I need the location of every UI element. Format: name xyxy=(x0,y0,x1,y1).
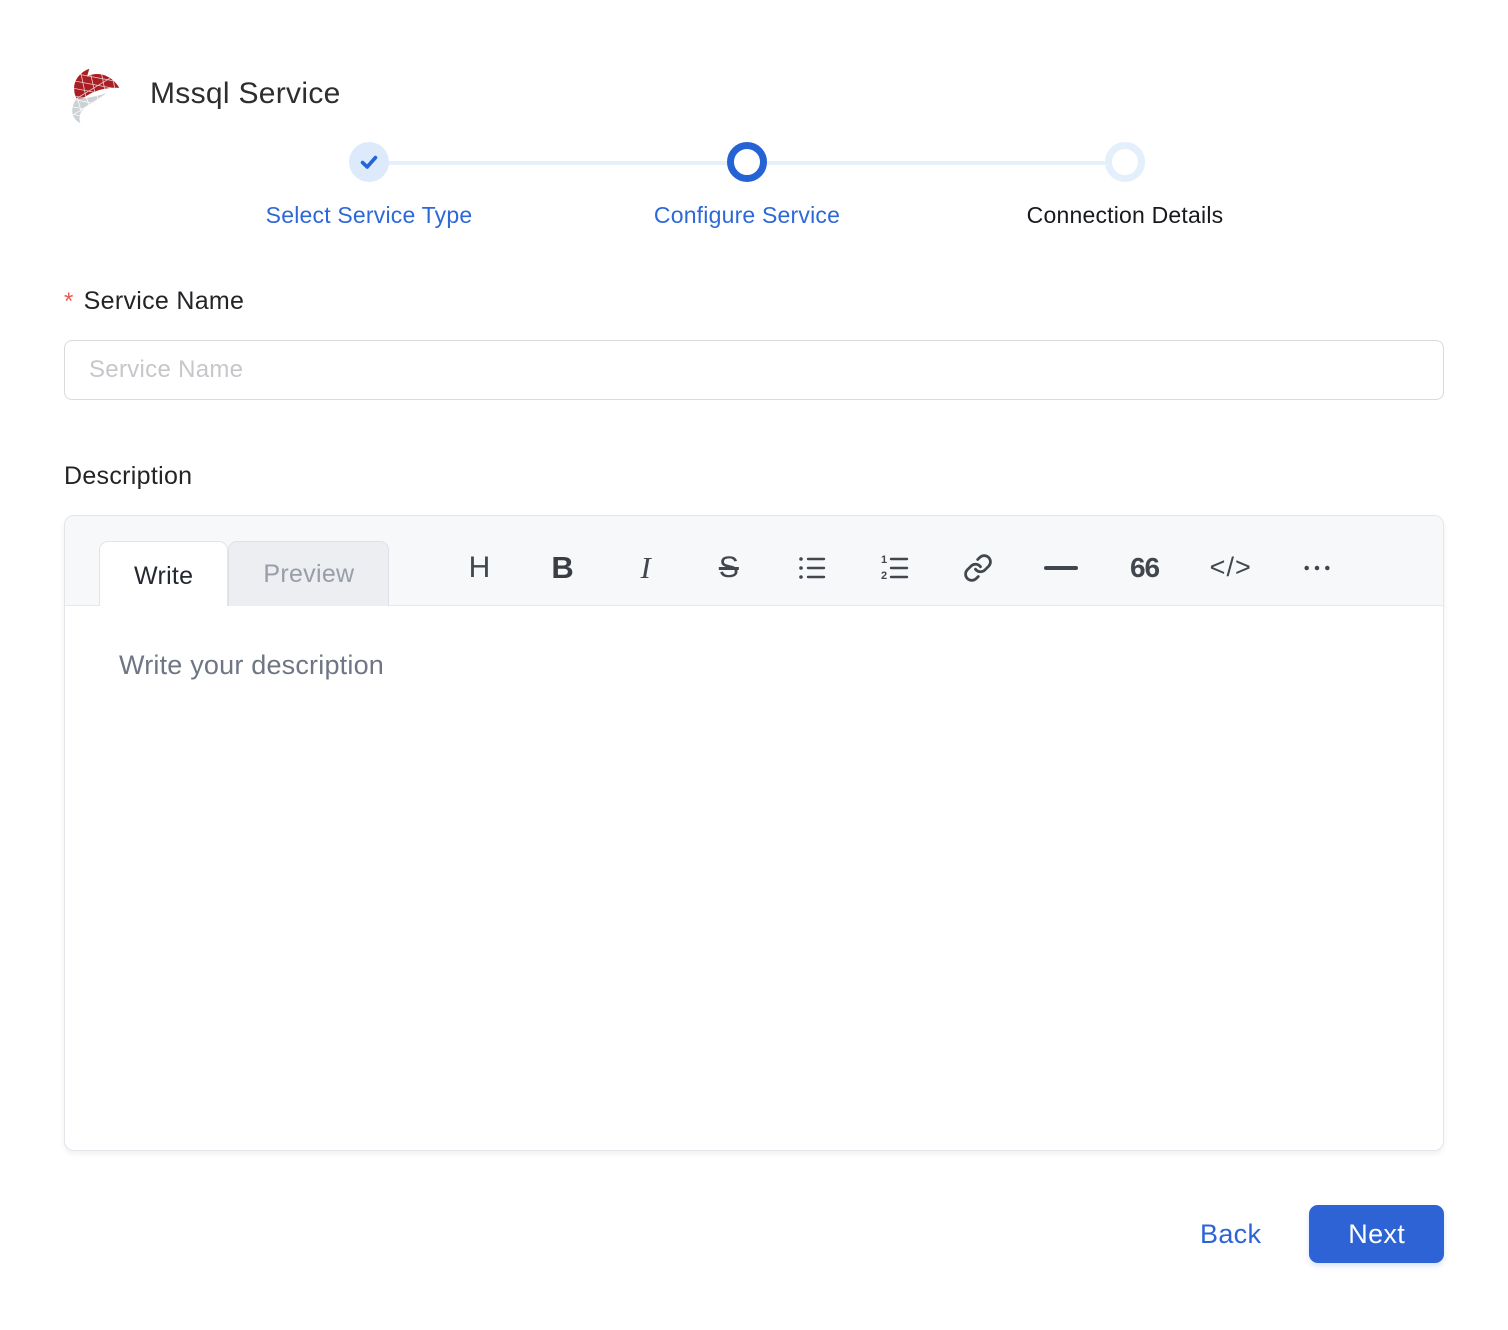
description-markdown-editor: Write Preview H B I S 1 2 66 </> Write y… xyxy=(64,515,1444,1151)
code-icon: </> xyxy=(1209,552,1252,582)
step-label: Select Service Type xyxy=(265,202,473,228)
bold-icon: B xyxy=(551,550,574,585)
heading-icon: H xyxy=(468,550,491,584)
service-name-label: * Service Name xyxy=(64,287,1444,316)
step-completed-check-icon xyxy=(349,142,389,182)
italic-button[interactable]: I xyxy=(628,548,664,588)
back-button[interactable]: Back xyxy=(1200,1219,1261,1250)
required-asterisk: * xyxy=(64,288,74,315)
unordered-list-icon xyxy=(799,556,826,579)
step-current-circle-icon xyxy=(727,142,767,182)
description-field: Description Write Preview H B I S 1 2 66… xyxy=(64,462,1444,1151)
service-name-input[interactable] xyxy=(64,340,1444,400)
write-tab[interactable]: Write xyxy=(99,541,229,611)
horizontal-rule-icon xyxy=(1044,565,1079,570)
stepper-step-connection-details[interactable]: Connection Details xyxy=(936,142,1314,229)
stepper: Select Service Type Configure Service Co… xyxy=(180,142,1314,229)
ordered-list-icon: 1 2 xyxy=(881,554,909,582)
service-name-field: * Service Name xyxy=(64,287,1444,400)
preview-tab[interactable]: Preview xyxy=(228,541,390,607)
stepper-step-select-service-type[interactable]: Select Service Type xyxy=(180,142,558,229)
mssql-logo-icon xyxy=(64,64,124,124)
step-label: Configure Service xyxy=(653,202,841,228)
italic-icon: I xyxy=(640,550,651,585)
bold-button[interactable]: B xyxy=(545,548,581,588)
code-button[interactable]: </> xyxy=(1210,548,1252,588)
description-label-text: Description xyxy=(64,462,193,490)
more-options-icon xyxy=(1304,565,1330,570)
page-header: Mssql Service xyxy=(64,64,1444,124)
service-name-label-text: Service Name xyxy=(83,287,245,315)
heading-button[interactable]: H xyxy=(461,548,497,588)
strikethrough-icon: S xyxy=(718,550,739,584)
footer-actions: Back Next xyxy=(64,1205,1444,1263)
editor-tabs: Write Preview xyxy=(99,541,390,611)
step-upcoming-circle-icon xyxy=(1105,142,1145,182)
editor-header: Write Preview H B I S 1 2 66 </> xyxy=(65,516,1443,611)
link-button[interactable] xyxy=(960,548,996,588)
configure-service-page: Mssql Service Select Service Type Config… xyxy=(0,0,1508,1263)
editor-toolbar: H B I S 1 2 66 </> xyxy=(389,534,1443,588)
unordered-list-button[interactable] xyxy=(794,548,830,588)
quote-button[interactable]: 66 xyxy=(1127,548,1163,588)
ordered-list-button[interactable]: 1 2 xyxy=(877,548,913,588)
horizontal-rule-button[interactable] xyxy=(1043,548,1079,588)
description-textarea[interactable] xyxy=(65,606,1443,1150)
svg-text:1: 1 xyxy=(881,554,887,566)
next-button[interactable]: Next xyxy=(1309,1205,1444,1263)
step-label: Connection Details xyxy=(1026,202,1224,228)
quote-icon: 66 xyxy=(1129,551,1160,583)
link-icon xyxy=(964,553,992,582)
strikethrough-button[interactable]: S xyxy=(711,548,747,588)
more-options-button[interactable] xyxy=(1299,548,1335,588)
svg-text:2: 2 xyxy=(881,570,887,582)
description-label: Description xyxy=(64,462,1444,491)
stepper-step-configure-service[interactable]: Configure Service xyxy=(558,142,936,229)
page-title: Mssql Service xyxy=(150,77,341,110)
editor-body xyxy=(65,606,1443,1150)
